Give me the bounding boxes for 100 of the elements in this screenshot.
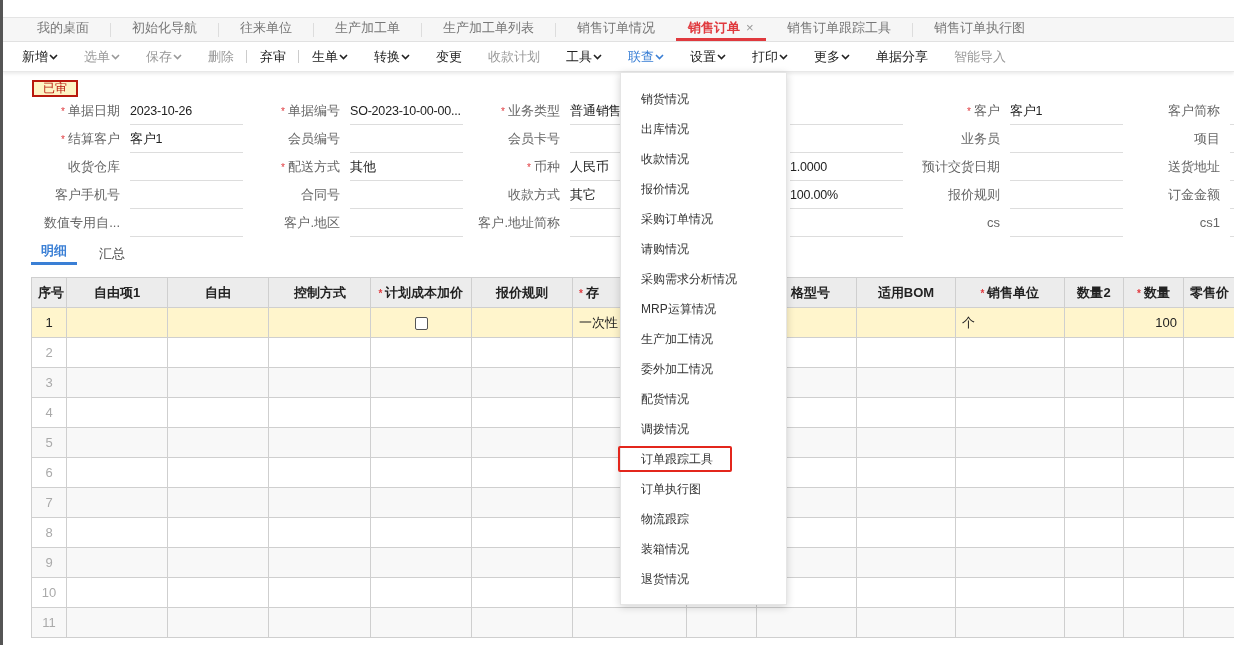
menu-item[interactable]: 配货情况 [621, 384, 786, 414]
tab[interactable]: 销售订单跟踪工具 [774, 17, 903, 41]
column-header: 报价规则 [471, 277, 573, 308]
row-number: 7 [31, 487, 67, 518]
column-header: 数量2 [1064, 277, 1124, 308]
field-label: cs1 [1199, 215, 1220, 231]
toolbar-button[interactable]: 联查 [628, 46, 664, 67]
row-number: 4 [31, 397, 67, 428]
menu-item[interactable]: 委外加工情况 [621, 354, 786, 384]
field-label: 收货仓库 [68, 159, 120, 175]
field-label: 会员编号 [288, 131, 340, 147]
input-field[interactable]: 100.00% [790, 181, 903, 209]
toolbar-button[interactable]: 更多 [814, 46, 850, 67]
toolbar-button[interactable]: 生单 [312, 46, 348, 67]
caret-icon [173, 53, 182, 60]
field-label: * 单据编号 [281, 103, 340, 119]
field-label: 收款方式 [508, 187, 560, 203]
field-label: 预计交货日期 [922, 159, 1000, 175]
toolbar-button[interactable]: 设置 [690, 46, 726, 67]
field-label: 业务员 [961, 131, 1000, 147]
caret-icon [111, 53, 120, 60]
column-header: 自由 [167, 277, 269, 308]
menu-item[interactable]: 销货情况 [621, 84, 786, 114]
field-label: 送货地址 [1168, 159, 1220, 175]
menu-item[interactable]: 订单执行图 [621, 474, 786, 504]
input-field[interactable]: 其他 [350, 153, 463, 181]
tab[interactable]: 销售订单执行图 [921, 17, 1037, 41]
caret-icon [401, 53, 410, 60]
input-field[interactable]: 客户1 [1010, 97, 1123, 125]
field-label: * 结算客户 [61, 131, 120, 147]
field-label: * 单据日期 [61, 103, 120, 119]
menu-item[interactable]: 收款情况 [621, 144, 786, 174]
field-label: 客户.地区 [284, 215, 340, 231]
field-label: 合同号 [301, 187, 340, 203]
toolbar-button[interactable]: 弃审 [260, 50, 299, 63]
input-field[interactable]: SO-2023-10-00-00... [350, 97, 463, 125]
caret-icon [655, 53, 664, 60]
caret-icon [841, 53, 850, 60]
row-number: 1 [31, 307, 67, 338]
caret-icon [779, 53, 788, 60]
row-number: 9 [31, 547, 67, 578]
field-label: * 业务类型 [501, 103, 560, 119]
row-number: 5 [31, 427, 67, 458]
field-label: 会员卡号 [508, 131, 560, 147]
column-header: 适用BOM [856, 277, 956, 308]
column-header: 自由项1 [66, 277, 168, 308]
toolbar-button[interactable]: 单据分享 [876, 46, 928, 67]
table-cell: 个 [955, 307, 1065, 338]
column-header: * 计划成本加价 [370, 277, 472, 308]
field-label: 报价规则 [948, 187, 1000, 203]
menu-item[interactable]: 订单跟踪工具 [618, 446, 732, 472]
menu-item[interactable]: 采购订单情况 [621, 204, 786, 234]
input-field[interactable]: 客户1 [130, 125, 243, 153]
row-number: 2 [31, 337, 67, 368]
input-field[interactable]: 2023-10-26 [130, 97, 243, 125]
field-label: * 配送方式 [281, 159, 340, 175]
caret-icon [717, 53, 726, 60]
field-label: 客户手机号 [55, 187, 120, 203]
menu-item[interactable]: 出库情况 [621, 114, 786, 144]
field-label: 数值专用自... [44, 215, 120, 231]
column-header: 序号 [31, 277, 67, 308]
status-badge: 已审 [32, 80, 78, 97]
column-header: * 数量 [1123, 277, 1184, 308]
checkbox[interactable] [414, 316, 428, 330]
tab[interactable]: 明细 [31, 239, 77, 265]
field-label: * 币种 [527, 159, 560, 175]
table-cell: 100 [1123, 307, 1184, 338]
row-number: 11 [31, 607, 67, 638]
toolbar-button[interactable]: 变更 [436, 46, 462, 67]
menu-item[interactable]: 装箱情况 [621, 534, 786, 564]
input-field[interactable]: 1.0000 [790, 153, 903, 181]
tab[interactable]: 生产加工单列表 [431, 17, 546, 41]
menu-item[interactable]: 调拨情况 [621, 414, 786, 444]
row-number: 3 [31, 367, 67, 398]
column-header: 零售价 [1183, 277, 1234, 308]
toolbar-button[interactable]: 工具 [566, 46, 602, 67]
menu-item[interactable]: 报价情况 [621, 174, 786, 204]
column-header: 控制方式 [268, 277, 371, 308]
caret-icon [49, 53, 58, 60]
menu-item[interactable]: 退货情况 [621, 564, 786, 594]
tab[interactable]: 初始化导航 [120, 17, 209, 41]
row-number: 8 [31, 517, 67, 548]
toolbar-button[interactable]: 打印 [752, 46, 788, 67]
column-header: * 销售单位 [955, 277, 1065, 308]
tab[interactable]: 往来单位 [228, 17, 304, 41]
tab[interactable]: 销售订单情况 [565, 17, 667, 41]
tab[interactable]: 生产加工单 [323, 17, 412, 41]
row-number: 10 [31, 577, 67, 608]
tab[interactable]: 汇总 [89, 242, 135, 265]
menu-item[interactable]: 请购情况 [621, 234, 786, 264]
field-label: * 客户 [967, 103, 1000, 119]
field-label: 订金金额 [1168, 187, 1220, 203]
caret-icon [339, 53, 348, 60]
tab[interactable]: 我的桌面 [25, 17, 101, 41]
tab[interactable]: 销售订单 × [676, 17, 766, 41]
field-label: cs [987, 215, 1000, 231]
menu-item[interactable]: 物流跟踪 [621, 504, 786, 534]
toolbar-button[interactable]: 新增 [22, 46, 58, 67]
toolbar-button[interactable]: 转换 [374, 46, 410, 67]
caret-icon [593, 53, 602, 60]
